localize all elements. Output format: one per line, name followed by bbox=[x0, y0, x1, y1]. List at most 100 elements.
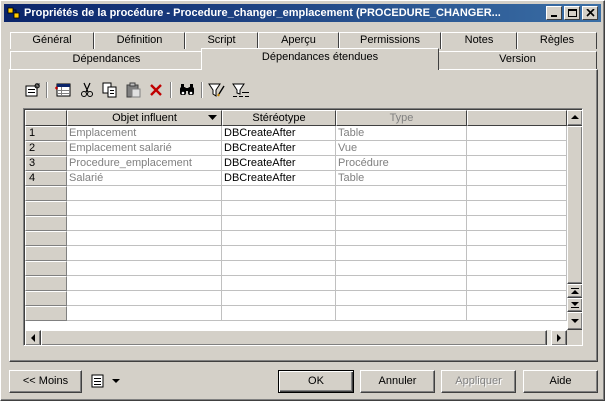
cell-object[interactable]: Emplacement bbox=[67, 126, 222, 141]
scroll-thumb[interactable] bbox=[567, 126, 582, 284]
empty-cell[interactable] bbox=[336, 306, 467, 321]
cell-type[interactable]: Procédure bbox=[336, 156, 467, 171]
scroll-thumb-horizontal[interactable] bbox=[41, 330, 547, 345]
cancel-button[interactable]: Annuler bbox=[360, 370, 435, 393]
empty-cell[interactable] bbox=[222, 261, 336, 276]
menu-dropdown-button[interactable] bbox=[89, 372, 121, 390]
empty-cell[interactable] bbox=[222, 246, 336, 261]
dependencies-grid[interactable]: Objet influent Stéréotype Type 1 Emplace… bbox=[23, 108, 583, 346]
add-rows-button[interactable] bbox=[54, 81, 72, 99]
scroll-top-button[interactable] bbox=[567, 284, 582, 298]
cell-stereotype[interactable]: DBCreateAfter bbox=[222, 141, 336, 156]
empty-cell[interactable] bbox=[67, 261, 222, 276]
delete-icon bbox=[150, 84, 162, 96]
empty-cell[interactable] bbox=[336, 216, 467, 231]
empty-cell[interactable] bbox=[67, 231, 222, 246]
empty-cell[interactable] bbox=[467, 276, 567, 291]
cut-icon bbox=[81, 82, 93, 97]
empty-cell[interactable] bbox=[67, 291, 222, 306]
tab-general[interactable]: Général bbox=[10, 32, 94, 49]
cell-type[interactable]: Table bbox=[336, 126, 467, 141]
tab-dependances-etendues[interactable]: Dépendances étendues bbox=[201, 48, 439, 70]
scroll-left-button[interactable] bbox=[25, 330, 41, 345]
empty-cell[interactable] bbox=[222, 216, 336, 231]
empty-cell[interactable] bbox=[67, 216, 222, 231]
empty-cell[interactable] bbox=[222, 201, 336, 216]
empty-cell[interactable] bbox=[67, 201, 222, 216]
vertical-scrollbar[interactable] bbox=[567, 110, 582, 330]
scroll-up-button[interactable] bbox=[567, 110, 582, 126]
cell-empty bbox=[467, 141, 567, 156]
close-button[interactable] bbox=[582, 6, 598, 20]
empty-cell[interactable] bbox=[467, 261, 567, 276]
cell-object[interactable]: Emplacement salarié bbox=[67, 141, 222, 156]
filter-settings-button[interactable] bbox=[232, 81, 250, 99]
tab-version[interactable]: Version bbox=[438, 51, 597, 69]
empty-cell[interactable] bbox=[222, 291, 336, 306]
empty-cell[interactable] bbox=[336, 231, 467, 246]
minimize-button[interactable] bbox=[546, 6, 562, 20]
ok-button[interactable]: OK bbox=[278, 370, 354, 393]
help-button[interactable]: Aide bbox=[523, 370, 598, 393]
tab-script[interactable]: Script bbox=[185, 32, 258, 49]
empty-cell[interactable] bbox=[467, 216, 567, 231]
tab-apercu[interactable]: Aperçu bbox=[258, 32, 339, 49]
tab-notes[interactable]: Notes bbox=[441, 32, 517, 49]
filter-button[interactable] bbox=[208, 81, 226, 99]
cell-object[interactable]: Procedure_emplacement bbox=[67, 156, 222, 171]
cell-type[interactable]: Table bbox=[336, 171, 467, 186]
cut-button[interactable] bbox=[78, 81, 96, 99]
tab-dependances[interactable]: Dépendances bbox=[10, 51, 203, 69]
horizontal-scrollbar[interactable] bbox=[25, 330, 567, 345]
delete-button[interactable] bbox=[147, 81, 165, 99]
empty-cell[interactable] bbox=[467, 201, 567, 216]
empty-cell[interactable] bbox=[336, 201, 467, 216]
scroll-right-button[interactable] bbox=[551, 330, 567, 345]
tab-permissions[interactable]: Permissions bbox=[339, 32, 441, 49]
cell-type[interactable]: Vue bbox=[336, 141, 467, 156]
column-header-object[interactable]: Objet influent bbox=[67, 110, 222, 126]
cell-stereotype[interactable]: DBCreateAfter bbox=[222, 156, 336, 171]
empty-cell[interactable] bbox=[222, 186, 336, 201]
scroll-bottom-button[interactable] bbox=[567, 298, 582, 312]
close-icon bbox=[586, 9, 595, 17]
properties-button[interactable] bbox=[24, 81, 42, 99]
row-header bbox=[25, 201, 67, 216]
empty-cell[interactable] bbox=[467, 246, 567, 261]
empty-cell[interactable] bbox=[336, 186, 467, 201]
empty-cell[interactable] bbox=[336, 276, 467, 291]
empty-cell[interactable] bbox=[467, 186, 567, 201]
empty-cell[interactable] bbox=[467, 291, 567, 306]
empty-cell[interactable] bbox=[222, 231, 336, 246]
cell-stereotype[interactable]: DBCreateAfter bbox=[222, 171, 336, 186]
empty-cell[interactable] bbox=[336, 291, 467, 306]
apply-button[interactable]: Appliquer bbox=[441, 370, 516, 393]
app-icon bbox=[7, 6, 21, 20]
tab-regles[interactable]: Règles bbox=[517, 32, 597, 49]
empty-cell[interactable] bbox=[67, 276, 222, 291]
find-button[interactable] bbox=[178, 81, 196, 99]
empty-cell[interactable] bbox=[467, 306, 567, 321]
empty-cell[interactable] bbox=[467, 231, 567, 246]
empty-cell[interactable] bbox=[67, 186, 222, 201]
less-button[interactable]: << Moins bbox=[9, 370, 82, 393]
row-header bbox=[25, 216, 67, 231]
empty-cell[interactable] bbox=[67, 246, 222, 261]
column-header-stereotype[interactable]: Stéréotype bbox=[222, 110, 336, 126]
cell-object[interactable]: Salarié bbox=[67, 171, 222, 186]
filter-settings-icon bbox=[232, 83, 249, 97]
paste-button[interactable] bbox=[124, 81, 142, 99]
empty-cell[interactable] bbox=[222, 276, 336, 291]
scroll-down-button[interactable] bbox=[567, 312, 582, 330]
empty-cell[interactable] bbox=[336, 246, 467, 261]
cell-stereotype[interactable]: DBCreateAfter bbox=[222, 126, 336, 141]
empty-cell[interactable] bbox=[222, 306, 336, 321]
empty-cell[interactable] bbox=[67, 306, 222, 321]
title-bar[interactable]: Propriétés de la procédure - Procedure_c… bbox=[4, 4, 601, 22]
tab-definition[interactable]: Définition bbox=[94, 32, 185, 49]
row-number: 4 bbox=[25, 171, 67, 186]
copy-button[interactable] bbox=[101, 81, 119, 99]
empty-cell[interactable] bbox=[336, 261, 467, 276]
maximize-button[interactable] bbox=[564, 6, 580, 20]
column-header-type[interactable]: Type bbox=[336, 110, 467, 126]
